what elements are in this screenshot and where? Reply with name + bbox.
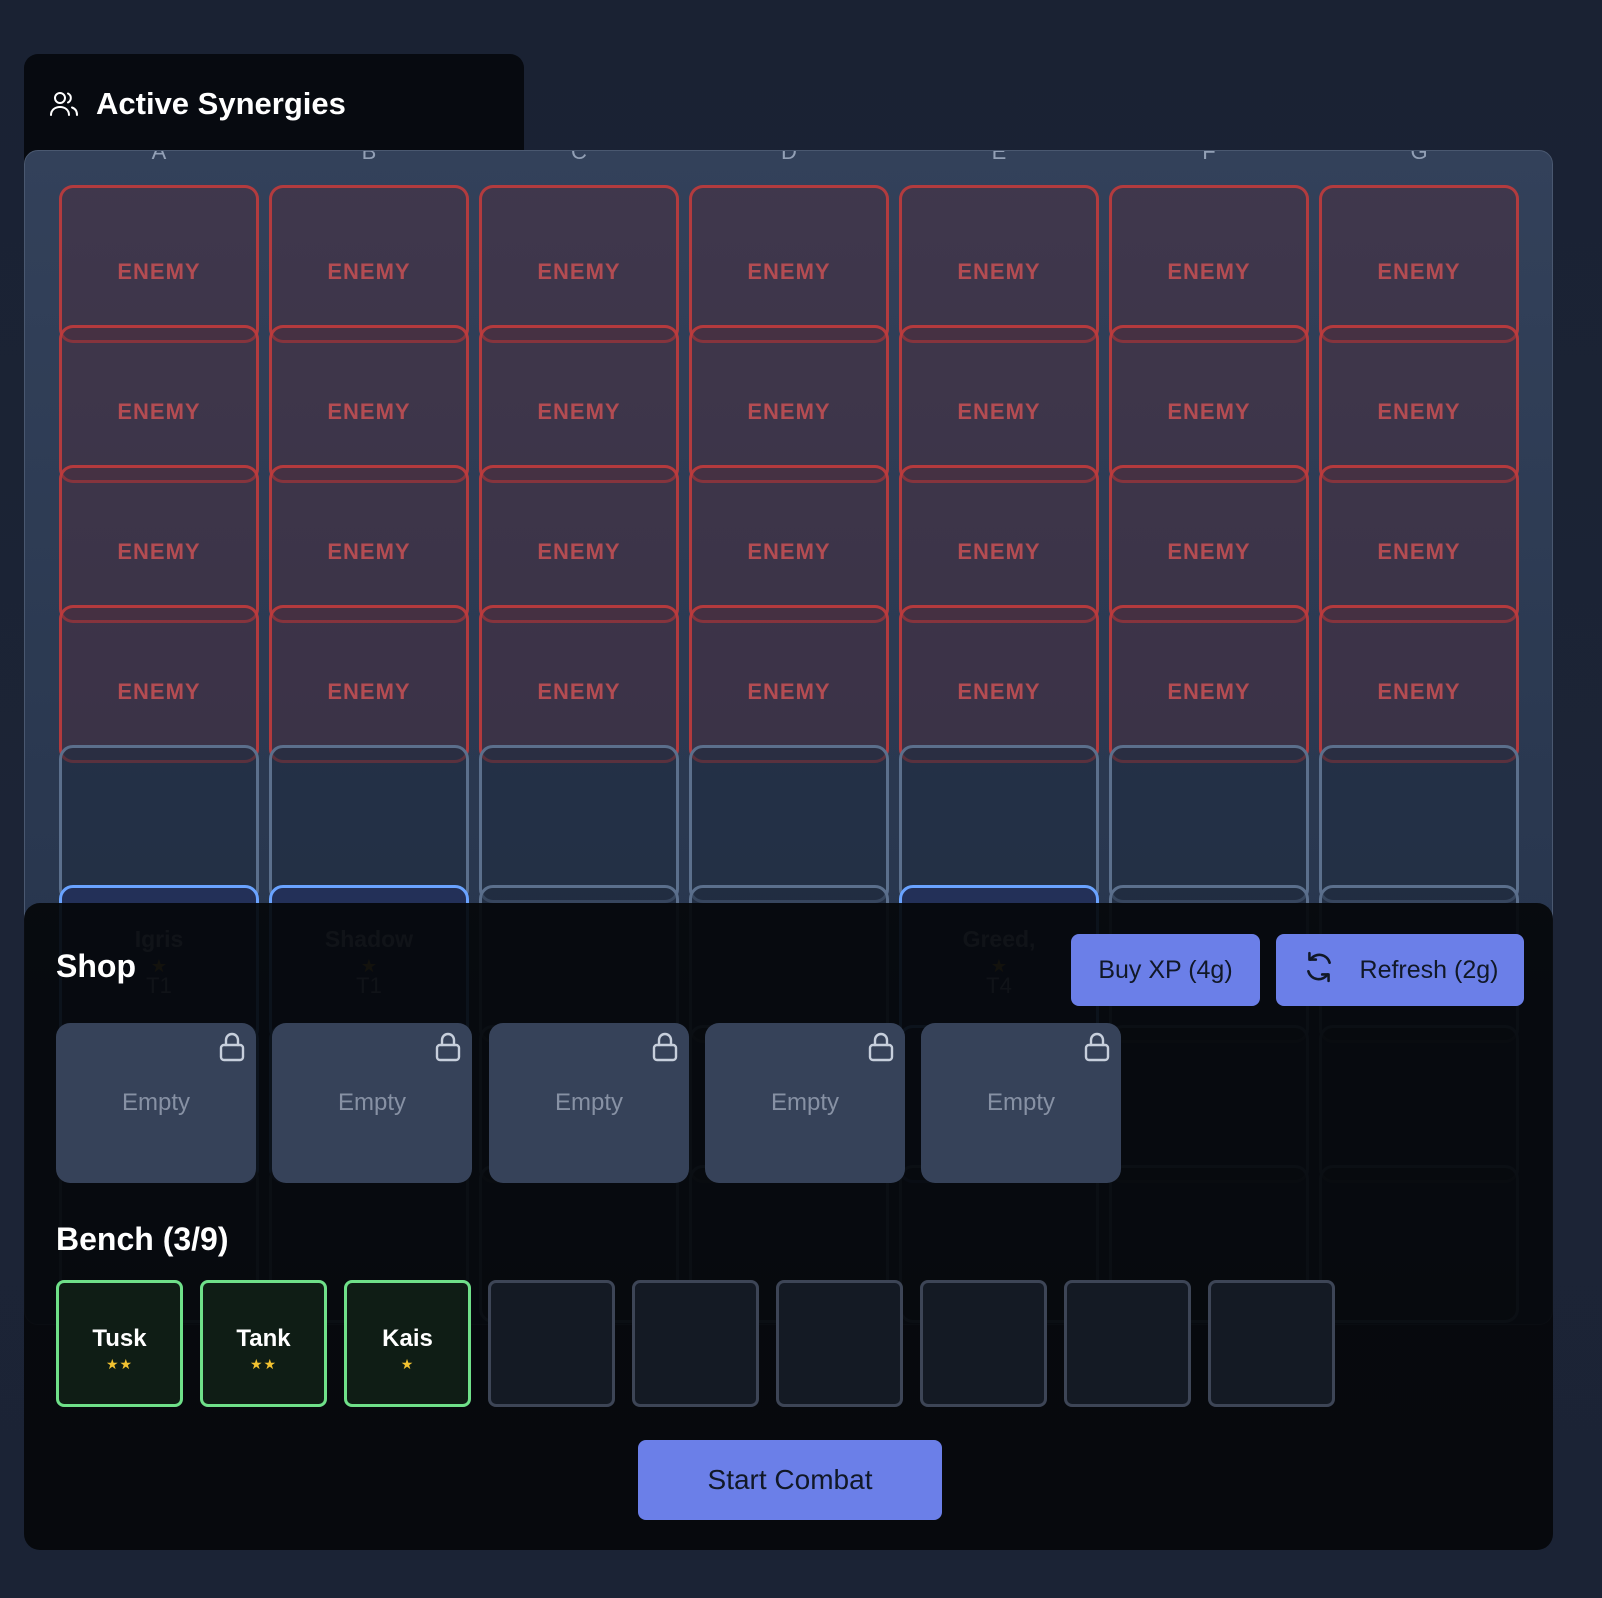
enemy-label: ENEMY	[537, 399, 621, 424]
enemy-label: ENEMY	[1167, 399, 1251, 424]
enemy-label: ENEMY	[327, 679, 411, 704]
bench-slot-empty[interactable]	[1064, 1280, 1191, 1407]
enemy-label: ENEMY	[1377, 259, 1461, 284]
enemy-label: ENEMY	[1167, 679, 1251, 704]
buy-xp-button[interactable]: Buy XP (4g)	[1071, 934, 1260, 1006]
column-label-g: G	[1410, 150, 1428, 163]
bench-slot-empty[interactable]	[488, 1280, 615, 1407]
shop-slot-label: Empty	[337, 1089, 406, 1116]
shop-slot-label: Empty	[121, 1089, 190, 1116]
enemy-label: ENEMY	[957, 679, 1041, 704]
bench-slot-empty[interactable]	[1208, 1280, 1335, 1407]
buy-xp-label: Buy XP (4g)	[1098, 955, 1233, 984]
shop-slot-label: Empty	[554, 1089, 623, 1116]
bench-unit-name: Tusk	[92, 1325, 147, 1352]
enemy-label: ENEMY	[1377, 399, 1461, 424]
shop-slot[interactable]: Empty	[705, 1023, 905, 1183]
enemy-label: ENEMY	[537, 679, 621, 704]
enemy-label: ENEMY	[117, 259, 201, 284]
enemy-label: ENEMY	[747, 399, 831, 424]
player-hex-f5[interactable]	[1109, 745, 1309, 903]
bench-title: Bench (3/9)	[56, 1221, 229, 1257]
player-hex-d5[interactable]	[689, 745, 889, 903]
player-hex-g5[interactable]	[1319, 745, 1519, 903]
column-label-a: A	[151, 150, 167, 163]
bench-unit[interactable]: Tank ★★	[200, 1280, 327, 1407]
lock-icon[interactable]	[1083, 1031, 1111, 1068]
enemy-label: ENEMY	[327, 259, 411, 284]
bench-unit-name: Kais	[382, 1325, 433, 1352]
enemy-label: ENEMY	[957, 259, 1041, 284]
bench-slot-empty[interactable]	[632, 1280, 759, 1407]
bench-unit-name: Tank	[236, 1325, 291, 1352]
enemy-label: ENEMY	[1167, 259, 1251, 284]
column-label-d: D	[781, 150, 797, 163]
enemy-label: ENEMY	[117, 539, 201, 564]
synergy-header[interactable]: Active Synergies	[48, 84, 346, 124]
star-rating-icon: ★★	[105, 1356, 134, 1372]
player-hex-e5[interactable]	[899, 745, 1099, 903]
refresh-icon	[1302, 950, 1336, 991]
synergy-title: Active Synergies	[96, 86, 346, 121]
enemy-label: ENEMY	[117, 679, 201, 704]
enemy-label: ENEMY	[1377, 539, 1461, 564]
lock-icon[interactable]	[651, 1031, 679, 1068]
star-rating-icon: ★★	[249, 1356, 278, 1372]
refresh-button[interactable]: Refresh (2g)	[1276, 934, 1524, 1006]
shop-slot-label: Empty	[986, 1089, 1055, 1116]
lock-icon[interactable]	[867, 1031, 895, 1068]
lock-icon[interactable]	[434, 1031, 462, 1068]
start-combat-button[interactable]: Start Combat	[638, 1440, 942, 1520]
bench-slot-empty[interactable]	[776, 1280, 903, 1407]
star-rating-icon: ★	[400, 1356, 415, 1372]
enemy-label: ENEMY	[117, 399, 201, 424]
player-hex-b5[interactable]	[269, 745, 469, 903]
player-hex-c5[interactable]	[479, 745, 679, 903]
users-icon	[48, 88, 80, 120]
column-label-c: C	[571, 150, 587, 163]
enemy-label: ENEMY	[747, 259, 831, 284]
enemy-label: ENEMY	[537, 259, 621, 284]
shop-slot[interactable]: Empty	[56, 1023, 256, 1183]
enemy-label: ENEMY	[327, 539, 411, 564]
enemy-label: ENEMY	[747, 679, 831, 704]
shop-title: Shop	[56, 948, 136, 984]
bench-unit[interactable]: Kais ★	[344, 1280, 471, 1407]
enemy-label: ENEMY	[1167, 539, 1251, 564]
shop-slot-label: Empty	[770, 1089, 839, 1116]
bench-slot-empty[interactable]	[920, 1280, 1047, 1407]
shop-slot[interactable]: Empty	[489, 1023, 689, 1183]
enemy-label: ENEMY	[957, 399, 1041, 424]
bench-unit[interactable]: Tusk ★★	[56, 1280, 183, 1407]
column-label-b: B	[361, 150, 377, 163]
start-combat-label: Start Combat	[707, 1464, 873, 1495]
enemy-label: ENEMY	[537, 539, 621, 564]
refresh-label: Refresh (2g)	[1359, 955, 1499, 984]
column-label-f: F	[1202, 150, 1216, 163]
lock-icon[interactable]	[218, 1031, 246, 1068]
shop-slot[interactable]: Empty	[272, 1023, 472, 1183]
enemy-label: ENEMY	[327, 399, 411, 424]
enemy-label: ENEMY	[747, 539, 831, 564]
player-hex-a5[interactable]	[59, 745, 259, 903]
shop-slot[interactable]: Empty	[921, 1023, 1121, 1183]
enemy-label: ENEMY	[957, 539, 1041, 564]
enemy-label: ENEMY	[1377, 679, 1461, 704]
column-label-e: E	[991, 150, 1007, 163]
